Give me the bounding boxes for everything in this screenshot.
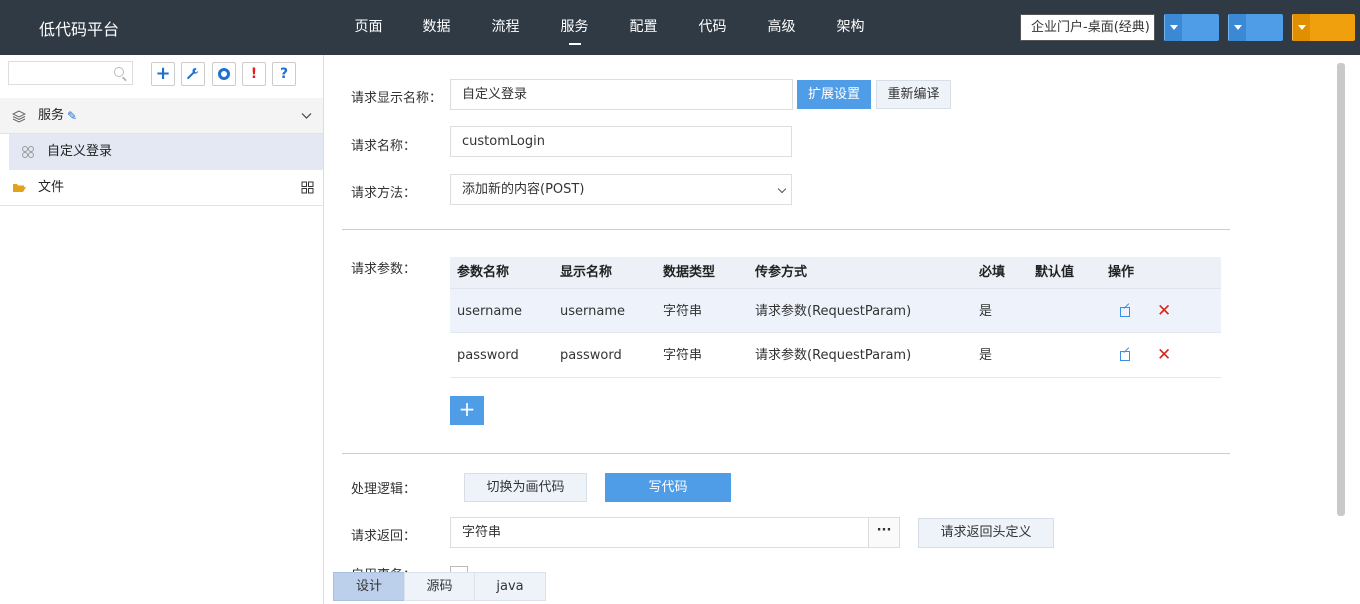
warning-icon[interactable]: ! (242, 62, 266, 86)
nav-page[interactable]: 页面 (334, 0, 403, 55)
add-param-button[interactable]: + (450, 396, 484, 425)
write-code-button[interactable]: 写代码 (605, 473, 731, 502)
table-row[interactable]: password password 字符串 请求参数(RequestParam)… (450, 333, 1221, 378)
param-type: 字符串 (663, 348, 703, 363)
tree-node-custom-login[interactable]: 自定义登录 (9, 134, 323, 170)
tree-node-service[interactable]: 服务 ✎ (0, 98, 323, 134)
edit-pencil-icon[interactable]: ✎ (67, 98, 77, 134)
chevron-down-icon (777, 184, 787, 194)
chevron-down-icon[interactable] (300, 98, 313, 134)
param-type: 字符串 (663, 304, 703, 319)
col-data-type: 数据类型 (663, 265, 716, 280)
save-split-button: 保存 (1164, 14, 1219, 41)
param-name: username (457, 304, 522, 319)
scrollbar[interactable] (1337, 63, 1345, 516)
request-method-value: 添加新的内容(POST) (462, 182, 585, 197)
edit-icon[interactable] (1120, 351, 1130, 361)
main-nav: 页面 数据 流程 服务 配置 代码 高级 架构 (334, 0, 885, 55)
param-display: username (560, 304, 625, 319)
params-table: 参数名称 显示名称 数据类型 传参方式 必填 默认值 操作 username u… (450, 257, 1221, 378)
nav-flow[interactable]: 流程 (471, 0, 540, 55)
sidebar: + ! ? 服务 ✎ 自定义登录 文件 (0, 55, 324, 604)
divider (342, 453, 1230, 454)
nav-architecture[interactable]: 架构 (816, 0, 885, 55)
tree-node-file[interactable]: 文件 (0, 170, 323, 206)
divider (342, 229, 1230, 230)
response-type-input[interactable]: 字符串 (450, 517, 869, 548)
edit-icon[interactable] (1120, 307, 1130, 317)
grid-icon[interactable] (301, 170, 314, 206)
preview-dropdown-icon[interactable] (1228, 14, 1246, 41)
tree-service-label: 服务 (38, 108, 65, 123)
publish-dropdown-icon[interactable] (1292, 14, 1310, 41)
extended-settings-button[interactable]: 扩展设置 (797, 80, 871, 109)
display-name-input[interactable]: 自定义登录 (450, 79, 793, 110)
page-selector[interactable]: 企业门户-桌面(经典) (1020, 14, 1155, 41)
app-title: 低代码平台 (39, 20, 120, 39)
publish-split-button: 发布 (1292, 14, 1355, 41)
delete-icon[interactable]: ✕ (1157, 289, 1171, 334)
logic-label: 处理逻辑： (351, 482, 417, 497)
tree-login-label: 自定义登录 (47, 144, 113, 159)
request-method-label: 请求方法： (351, 186, 417, 201)
col-default: 默认值 (1035, 265, 1075, 280)
switch-visual-code-button[interactable]: 切换为画代码 (464, 473, 587, 502)
col-required: 必填 (979, 265, 1006, 280)
request-name-input[interactable]: customLogin (450, 126, 792, 157)
nav-advanced[interactable]: 高级 (747, 0, 816, 55)
nav-service[interactable]: 服务 (540, 0, 609, 55)
nav-config[interactable]: 配置 (609, 0, 678, 55)
param-required: 是 (979, 304, 993, 319)
sidebar-search-input[interactable] (8, 61, 133, 85)
request-method-select[interactable]: 添加新的内容(POST) (450, 174, 792, 205)
display-name-label: 请求显示名称： (351, 91, 443, 106)
help-icon[interactable]: ? (272, 62, 296, 86)
response-header-button[interactable]: 请求返回头定义 (918, 518, 1054, 548)
top-bar: 低代码平台 页面 数据 流程 服务 配置 代码 高级 架构 企业门户-桌面(经典… (0, 0, 1360, 55)
recompile-button[interactable]: 重新编译 (876, 80, 951, 109)
tab-design[interactable]: 设计 (333, 572, 405, 601)
request-params-label: 请求参数： (351, 262, 417, 277)
tab-source[interactable]: 源码 (404, 572, 475, 601)
refresh-icon[interactable] (212, 62, 236, 86)
add-button[interactable]: + (151, 62, 175, 86)
service-node-icon (21, 134, 35, 170)
table-row[interactable]: username username 字符串 请求参数(RequestParam)… (450, 288, 1221, 333)
response-label: 请求返回： (351, 529, 417, 544)
save-dropdown-icon[interactable] (1164, 14, 1182, 41)
transaction-label: 启用事务： (351, 564, 416, 572)
param-mode: 请求参数(RequestParam) (755, 348, 912, 363)
param-display: password (560, 348, 622, 363)
preview-split-button: 预览 (1228, 14, 1283, 41)
param-mode: 请求参数(RequestParam) (755, 304, 912, 319)
more-button[interactable]: ··· (868, 517, 900, 548)
bottom-tabs: 设计 源码 java (333, 572, 546, 601)
tab-java[interactable]: java (474, 572, 546, 601)
nav-code[interactable]: 代码 (678, 0, 747, 55)
param-name: password (457, 348, 519, 363)
nav-data[interactable]: 数据 (402, 0, 471, 55)
delete-icon[interactable]: ✕ (1157, 333, 1171, 378)
folder-open-icon (12, 170, 26, 206)
param-required: 是 (979, 348, 993, 363)
col-display-name: 显示名称 (560, 265, 613, 280)
request-name-label: 请求名称： (351, 139, 417, 154)
search-icon (114, 67, 124, 77)
tree-file-label: 文件 (38, 180, 65, 195)
params-table-header: 参数名称 显示名称 数据类型 传参方式 必填 默认值 操作 (450, 257, 1221, 288)
col-pass-mode: 传参方式 (755, 265, 808, 280)
wrench-icon[interactable] (181, 62, 205, 86)
layers-icon (11, 98, 27, 134)
col-param-name: 参数名称 (457, 265, 510, 280)
service-editor: 请求显示名称： 自定义登录 扩展设置 重新编译 请求名称： customLogi… (325, 55, 1360, 604)
col-actions: 操作 (1108, 265, 1135, 280)
